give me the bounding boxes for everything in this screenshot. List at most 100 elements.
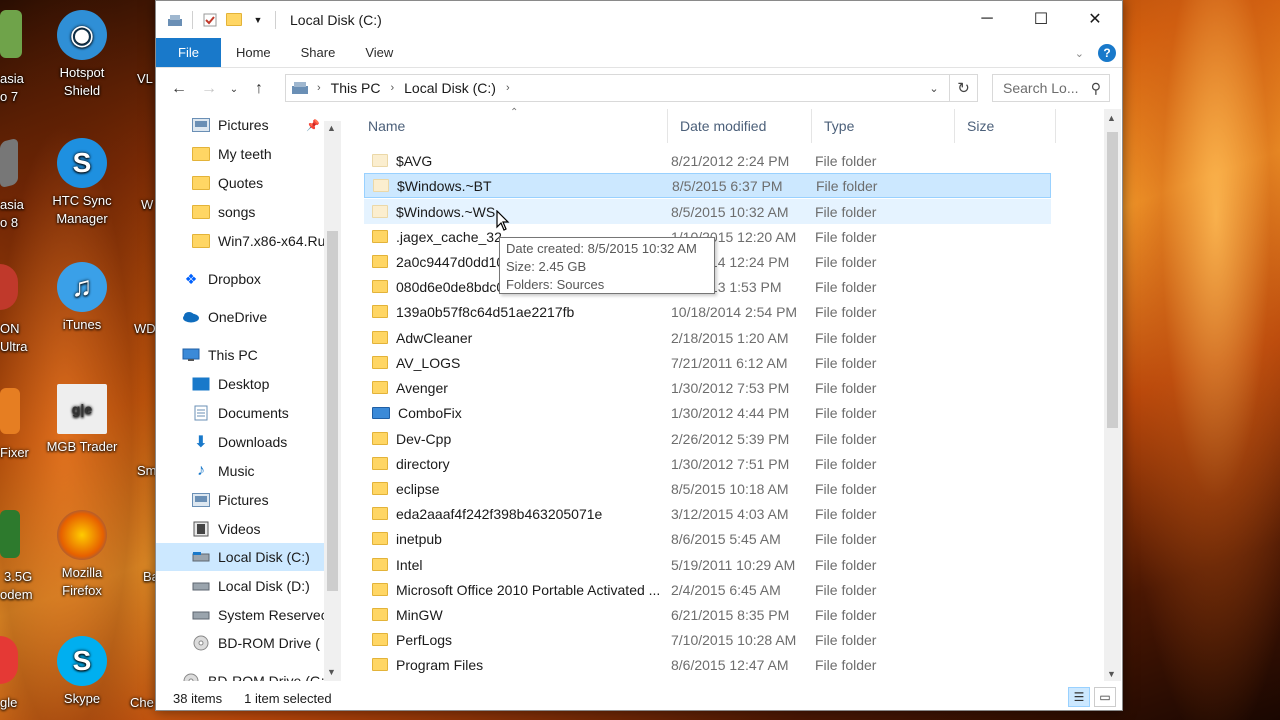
nav-item-win7[interactable]: Win7.x86-x64.Ru [192, 227, 325, 255]
breadcrumb-separator[interactable]: › [502, 82, 514, 94]
nav-item-downloads[interactable]: ⬇ Downloads [192, 428, 287, 456]
minimize-button[interactable]: ─ [960, 1, 1014, 37]
nav-label: Pictures [218, 117, 269, 133]
scroll-thumb[interactable] [327, 231, 338, 591]
column-header-size[interactable]: Size [955, 109, 1056, 143]
scroll-up-icon[interactable]: ▲ [327, 123, 336, 133]
nav-item-pictures-quick[interactable]: Pictures [192, 111, 269, 139]
desktop-icon-skype[interactable]: S Skype [43, 636, 121, 708]
nav-item-local-disk-d[interactable]: Local Disk (D:) [192, 572, 310, 600]
file-type: File folder [815, 581, 877, 598]
details-view-icon[interactable]: ☰ [1068, 687, 1090, 707]
nav-item-quotes[interactable]: Quotes [192, 169, 263, 197]
file-row[interactable]: $AVG 8/21/2012 2:24 PM File folder [364, 148, 1051, 173]
back-button[interactable]: ← [166, 76, 192, 102]
file-row-selected[interactable]: $Windows.~BT 8/5/2015 6:37 PM File folde… [364, 173, 1051, 198]
file-row[interactable]: ComboFix 1/30/2012 4:44 PM File folder [364, 400, 1051, 425]
search-icon[interactable]: ⚲ [1091, 80, 1101, 97]
column-header-date[interactable]: Date modified [668, 109, 812, 143]
up-button[interactable]: ↑ [246, 76, 272, 102]
videos-icon [192, 521, 210, 537]
partial-app-icon[interactable] [0, 510, 20, 558]
nav-item-bd-rom-2[interactable]: BD-ROM Drive (G: [182, 667, 325, 681]
desktop-icon-firefox[interactable]: Mozilla Firefox [43, 510, 121, 600]
file-row[interactable]: Microsoft Office 2010 Portable Activated… [364, 577, 1051, 602]
scroll-thumb[interactable] [1107, 132, 1118, 428]
help-icon[interactable]: ? [1098, 44, 1116, 62]
file-row[interactable]: PerfLogs 7/10/2015 10:28 AM File folder [364, 627, 1051, 652]
tab-view[interactable]: View [350, 38, 408, 67]
desktop-icon-mgb-trader[interactable]: g|e MGB Trader [43, 384, 121, 456]
maximize-button[interactable]: ☐ [1014, 1, 1068, 37]
nav-pane-scrollbar[interactable]: ▲ ▼ [324, 121, 341, 681]
file-row[interactable]: Program Files 8/6/2015 12:47 AM File fol… [364, 652, 1051, 677]
file-row[interactable]: AdwCleaner 2/18/2015 1:20 AM File folder [364, 325, 1051, 350]
file-name: PerfLogs [396, 631, 453, 648]
nav-item-bd-rom-1[interactable]: BD-ROM Drive ( [192, 629, 320, 657]
file-row[interactable]: MinGW 6/21/2015 8:35 PM File folder [364, 602, 1051, 627]
nav-item-onedrive[interactable]: OneDrive [182, 303, 267, 331]
breadcrumb-this-pc[interactable]: This PC [325, 80, 387, 96]
file-row[interactable]: inetpub 8/6/2015 5:45 AM File folder [364, 526, 1051, 551]
file-name: Dev-Cpp [396, 430, 452, 447]
partial-app-icon[interactable] [0, 388, 20, 434]
folder-icon [192, 146, 210, 162]
itunes-icon: ♫ [57, 262, 107, 312]
nav-item-desktop[interactable]: Desktop [192, 370, 269, 398]
desktop-icon-htc-sync[interactable]: S HTC Sync Manager [43, 138, 121, 228]
breadcrumb-separator[interactable]: › [313, 82, 325, 94]
address-dropdown-icon[interactable]: ⌄ [923, 75, 945, 101]
forward-button[interactable]: → [196, 76, 222, 102]
nav-label: OneDrive [208, 309, 268, 325]
system-menu-icon[interactable] [166, 11, 184, 29]
column-header-name[interactable]: Name [356, 109, 668, 143]
file-list-scrollbar[interactable]: ▲ ▼ [1104, 109, 1121, 681]
nav-item-system-reserved[interactable]: System Reservec [192, 601, 328, 629]
close-button[interactable]: ✕ [1068, 1, 1122, 37]
file-row-hover[interactable]: $Windows.~WS 8/5/2015 10:32 AM File fold… [364, 199, 1051, 224]
file-row[interactable]: directory 1/30/2012 7:51 PM File folder [364, 451, 1051, 476]
properties-icon[interactable] [201, 11, 219, 29]
nav-label: Quotes [218, 175, 264, 191]
nav-item-songs[interactable]: songs [192, 198, 255, 226]
nav-item-documents[interactable]: Documents [192, 399, 289, 427]
partial-app-icon[interactable] [0, 137, 18, 189]
large-icons-view-icon[interactable]: ▭ [1094, 687, 1116, 707]
breadcrumb-separator[interactable]: › [386, 82, 398, 94]
pin-icon[interactable]: 📌 [306, 119, 320, 132]
scroll-down-icon[interactable]: ▼ [327, 667, 336, 677]
file-row[interactable]: AV_LOGS 7/21/2011 6:12 AM File folder [364, 350, 1051, 375]
recent-locations-icon[interactable]: ⌄ [226, 76, 242, 102]
qat-dropdown-icon[interactable]: ▼ [249, 11, 267, 29]
address-bar[interactable]: › This PC › Local Disk (C:) › ⌄ ↻ [285, 74, 978, 102]
new-folder-icon[interactable] [225, 11, 243, 29]
scroll-up-icon[interactable]: ▲ [1107, 113, 1116, 123]
file-row[interactable]: Intel 5/19/2011 10:29 AM File folder [364, 552, 1051, 577]
nav-item-pictures[interactable]: Pictures [192, 486, 269, 514]
partial-app-icon[interactable] [0, 10, 22, 58]
file-row[interactable]: eda2aaaf4f242f398b463205071e 3/12/2015 4… [364, 501, 1051, 526]
nav-item-music[interactable]: ♪ Music [192, 457, 255, 485]
desktop-icon-hotspot-shield[interactable]: ◉ Hotspot Shield [43, 10, 121, 100]
breadcrumb-local-disk[interactable]: Local Disk (C:) [398, 80, 502, 96]
file-type: File folder [815, 329, 877, 346]
file-row[interactable]: eclipse 8/5/2015 10:18 AM File folder [364, 476, 1051, 501]
title-bar[interactable]: ▼ Local Disk (C:) ─ ☐ ✕ [156, 1, 1122, 38]
nav-item-dropbox[interactable]: ❖ Dropbox [182, 265, 261, 293]
file-row[interactable]: Avenger 1/30/2012 7:53 PM File folder [364, 375, 1051, 400]
expand-ribbon-icon[interactable]: ⌄ [1075, 47, 1084, 60]
column-header-type[interactable]: Type [812, 109, 955, 143]
tab-home[interactable]: Home [221, 38, 286, 67]
scroll-down-icon[interactable]: ▼ [1107, 669, 1116, 679]
file-row[interactable]: Dev-Cpp 2/26/2012 5:39 PM File folder [364, 426, 1051, 451]
search-input[interactable]: Search Lo... ⚲ [992, 74, 1110, 102]
file-row[interactable]: 139a0b57f8c64d51ae2217fb 10/18/2014 2:54… [364, 299, 1051, 324]
nav-item-videos[interactable]: Videos [192, 515, 261, 543]
nav-item-this-pc[interactable]: This PC [182, 341, 258, 369]
refresh-icon[interactable]: ↻ [949, 75, 977, 101]
nav-item-local-disk-c[interactable]: Local Disk (C:) [156, 543, 324, 571]
tab-file[interactable]: File [156, 38, 221, 67]
desktop-icon-itunes[interactable]: ♫ iTunes [43, 262, 121, 334]
tab-share[interactable]: Share [286, 38, 351, 67]
nav-item-my-teeth[interactable]: My teeth [192, 140, 272, 168]
